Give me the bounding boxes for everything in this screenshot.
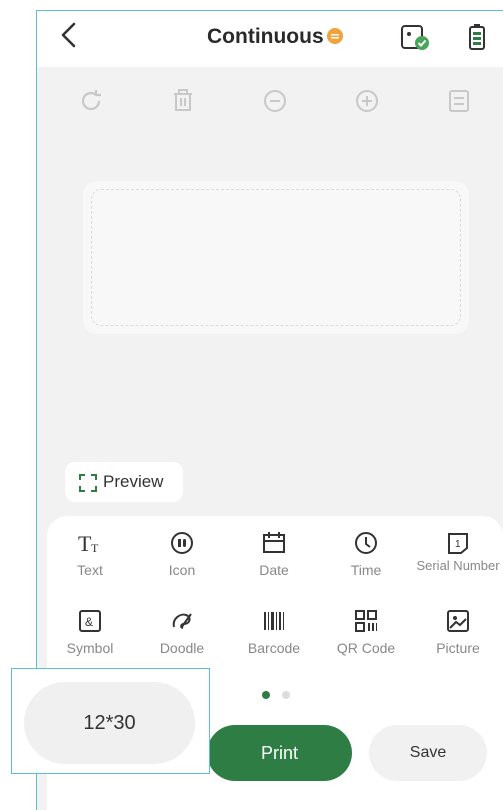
element-label: Time <box>350 562 382 578</box>
header-bar: Continuous <box>37 11 503 67</box>
zoom-out-icon[interactable] <box>259 85 295 121</box>
doodle-icon <box>172 613 192 629</box>
label-canvas[interactable] <box>83 181 469 334</box>
element-label: Doodle <box>159 640 205 656</box>
time-icon <box>355 532 377 554</box>
printable-area <box>91 189 461 326</box>
element-barcode[interactable]: Barcode <box>231 608 317 656</box>
svg-text:1: 1 <box>455 539 461 550</box>
element-label: Icon <box>168 562 196 578</box>
qr-code-icon <box>355 610 377 632</box>
label-size-button[interactable]: 12*30 <box>24 682 195 764</box>
element-qr-code[interactable]: QR Code <box>323 608 409 656</box>
print-button[interactable]: Print <box>207 725 352 781</box>
element-text[interactable]: TT Text <box>47 530 133 578</box>
element-picture[interactable]: Picture <box>415 608 501 656</box>
page-title: Continuous <box>207 25 324 48</box>
page-dot[interactable] <box>282 691 290 699</box>
text-icon: TT <box>78 531 99 556</box>
symbol-icon: & <box>79 610 101 632</box>
element-doodle[interactable]: Doodle <box>139 608 225 656</box>
element-label: Text <box>77 562 103 578</box>
icon-icon <box>171 532 193 554</box>
preview-label: Preview <box>103 472 164 491</box>
edit-toolbar <box>37 85 503 129</box>
svg-text:T: T <box>91 541 99 555</box>
element-label: Barcode <box>247 640 301 656</box>
element-time[interactable]: Time <box>323 530 409 578</box>
paper-type-badge-icon[interactable] <box>327 28 343 44</box>
picture-icon <box>447 610 469 632</box>
element-label: Serial Number <box>416 558 500 573</box>
element-label: Symbol <box>66 640 114 656</box>
delete-icon[interactable] <box>167 85 203 121</box>
preview-button[interactable]: Preview <box>65 462 183 502</box>
element-serial-number[interactable]: 1 Serial Number <box>415 530 501 573</box>
serial-number-icon: 1 <box>448 533 468 554</box>
element-symbol[interactable]: & Symbol <box>47 608 133 656</box>
svg-text:T: T <box>78 531 92 556</box>
printer-connected-icon[interactable] <box>400 24 429 50</box>
element-label: Picture <box>436 640 480 656</box>
element-label: Date <box>259 562 289 578</box>
rotate-icon[interactable] <box>75 85 111 121</box>
label-size-highlight: 12*30 <box>11 668 210 774</box>
expand-icon <box>79 474 97 492</box>
align-icon[interactable] <box>443 85 479 121</box>
zoom-in-icon[interactable] <box>351 85 387 121</box>
element-label: QR Code <box>336 640 396 656</box>
page-dot-active[interactable] <box>262 691 270 699</box>
svg-text:&: & <box>85 615 93 629</box>
barcode-icon <box>264 612 284 630</box>
element-icon[interactable]: Icon <box>139 530 225 578</box>
save-button[interactable]: Save <box>369 725 487 781</box>
element-date[interactable]: Date <box>231 530 317 578</box>
chevron-left-icon <box>61 22 76 48</box>
date-icon <box>263 532 285 553</box>
back-button[interactable] <box>59 21 87 55</box>
battery-icon <box>467 23 487 51</box>
